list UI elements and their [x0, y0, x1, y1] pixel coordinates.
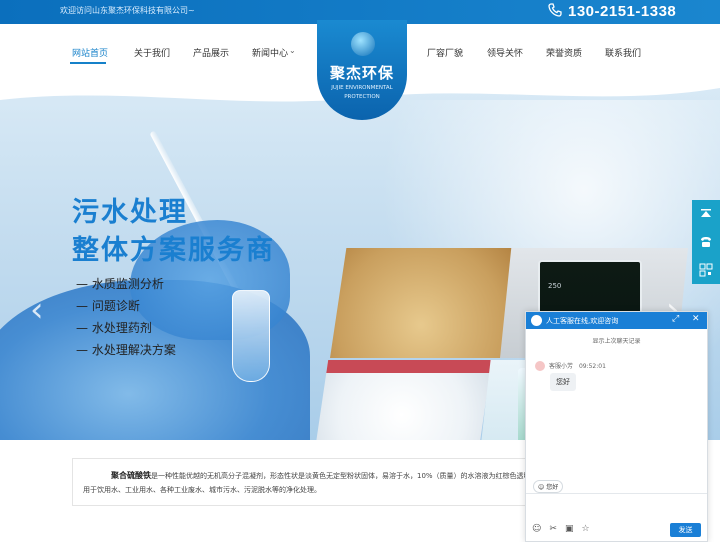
bullet-item: — 水处理解决方案: [76, 343, 176, 357]
chat-divider: [526, 493, 707, 494]
intro-text-line2: 用于饮用水、工业用水、各种工业废水、城市污水、污泥脱水等的净化处理。: [83, 486, 321, 494]
hero-bullet-list: — 水质监测分析 — 问题诊断 — 水处理药剂 — 水处理解决方案: [76, 275, 176, 363]
hero-subtitle: 整体方案服务商: [72, 235, 275, 266]
nav-contact[interactable]: 联系我们: [605, 46, 641, 59]
nav-leaders[interactable]: 领导关怀: [487, 46, 523, 59]
bullet-item: — 问题诊断: [76, 299, 140, 313]
logo-subtitle: JUJIE ENVIRONMENTAL PROTECTION: [317, 84, 407, 102]
nav-products[interactable]: 产品展示: [193, 46, 229, 59]
company-logo[interactable]: 聚杰环保 JUJIE ENVIRONMENTAL PROTECTION: [317, 20, 407, 120]
logo-subtitle-line1: JUJIE ENVIRONMENTAL: [331, 85, 393, 91]
chat-history-link[interactable]: 显示上次聊天记录: [526, 336, 707, 345]
intro-text-line1: 是一种性能优越的无机高分子混凝剂，形态性状是淡黄色无定型粉状固体，易溶于水，10…: [151, 472, 531, 480]
close-icon[interactable]: ✕: [692, 314, 700, 324]
chevron-down-icon[interactable]: ⌄: [289, 46, 296, 55]
quick-reply-label: 您好: [546, 484, 559, 491]
chat-message: 您好: [550, 373, 576, 391]
phone-icon: [548, 2, 562, 21]
hero-title: 污水处理: [72, 197, 188, 228]
message-time: 09:52:01: [578, 363, 606, 370]
globe-logo-icon: [351, 32, 375, 56]
expand-icon[interactable]: ⤢: [672, 314, 679, 324]
qrcode-icon[interactable]: [692, 256, 720, 284]
scissors-icon[interactable]: ✂: [549, 524, 557, 534]
chat-title: 人工客服在线,欢迎咨询: [546, 317, 619, 325]
chat-toolbar: ☺ ✂ ▣ ☆: [532, 524, 590, 534]
flask-image: [232, 290, 270, 382]
nav-about[interactable]: 关于我们: [134, 46, 170, 59]
quick-reply-chip[interactable]: ☺ 您好: [533, 480, 564, 493]
beaker-mark: 250: [548, 282, 562, 290]
slider-prev-arrow[interactable]: ‹: [30, 290, 44, 330]
chat-header: 人工客服在线,欢迎咨询 ⤢ ✕: [526, 312, 707, 329]
nav-honors[interactable]: 荣誉资质: [546, 46, 582, 59]
agent-avatar: [535, 361, 545, 371]
send-button[interactable]: 发送: [670, 523, 701, 537]
emoji-icon[interactable]: ☺: [532, 524, 541, 534]
phone-contact[interactable]: 130-2151-1338: [548, 2, 676, 21]
star-icon[interactable]: ☆: [581, 524, 589, 534]
welcome-text: 欢迎访问山东聚杰环保科技有限公司~: [60, 6, 195, 15]
agent-info: 客服小芳 09:52:01: [549, 361, 606, 370]
intro-product-name: 聚合硫酸铁: [111, 471, 151, 480]
back-to-top-icon[interactable]: [692, 200, 720, 228]
chat-avatar: [531, 315, 542, 326]
phone-number: 130-2151-1338: [568, 3, 677, 20]
nav-active-underline: [70, 62, 106, 64]
folder-icon[interactable]: ▣: [565, 524, 574, 534]
nav-factory[interactable]: 厂容厂貌: [427, 46, 463, 59]
logo-subtitle-line2: PROTECTION: [344, 94, 380, 100]
agent-name: 客服小芳: [549, 363, 574, 370]
bullet-item: — 水质监测分析: [76, 277, 164, 291]
nav-home[interactable]: 网站首页: [72, 46, 108, 59]
chat-widget: 人工客服在线,欢迎咨询 ⤢ ✕ 显示上次聊天记录 客服小芳 09:52:01 您…: [525, 311, 708, 542]
bullet-item: — 水处理药剂: [76, 321, 152, 335]
phone-icon[interactable]: [692, 228, 720, 256]
product-powder-image: [330, 248, 512, 358]
logo-name: 聚杰环保: [329, 64, 394, 82]
emoji-icon: ☺: [538, 484, 545, 491]
product-crystal-image: [312, 360, 492, 440]
nav-news[interactable]: 新闻中心: [252, 46, 288, 59]
